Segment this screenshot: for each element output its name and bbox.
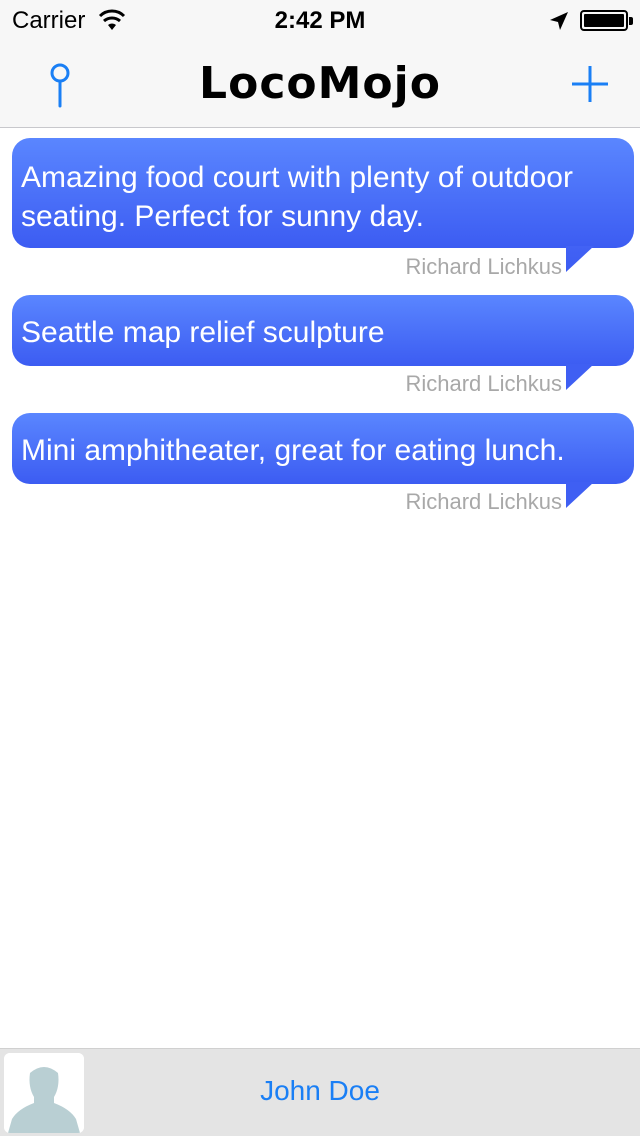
post-author: Richard Lichkus — [405, 489, 562, 514]
post-text: Seattle map relief sculpture — [21, 316, 385, 349]
location-arrow-icon — [550, 12, 568, 30]
battery-fill — [584, 14, 624, 27]
bottom-bar: John Doe — [0, 1048, 640, 1136]
post-author: Richard Lichkus — [405, 254, 562, 279]
nav-bar: LocoMojo — [0, 40, 640, 128]
post-text: Amazing food court with plenty of outdoo… — [21, 161, 573, 233]
post-item: Amazing food court with plenty of outdoo… — [12, 138, 634, 279]
post-bubble[interactable]: Seattle map relief sculpture — [12, 295, 634, 390]
post-item: Seattle map relief sculpture Richard Lic… — [12, 295, 634, 396]
app-screen: Carrier 2:42 PM LocoMojo Amazing food co… — [0, 0, 640, 1136]
bubble-tail — [566, 246, 594, 272]
user-name-link[interactable]: John Doe — [0, 1075, 640, 1107]
bubble-tail — [566, 482, 594, 508]
post-text: Mini amphitheater, great for eating lunc… — [21, 434, 565, 467]
battery-icon — [580, 10, 633, 31]
clock: 2:42 PM — [274, 7, 366, 34]
post-bubble[interactable]: Mini amphitheater, great for eating lunc… — [12, 413, 634, 508]
post-author: Richard Lichkus — [405, 371, 562, 396]
plus-icon[interactable] — [566, 60, 614, 108]
map-pin-icon[interactable] — [40, 62, 80, 110]
battery-nub — [629, 17, 633, 25]
bubble-tail — [566, 364, 594, 390]
status-bar: Carrier 2:42 PM — [0, 0, 640, 40]
app-title: LocoMojo — [199, 58, 441, 109]
post-item: Mini amphitheater, great for eating lunc… — [12, 413, 634, 514]
post-bubble[interactable]: Amazing food court with plenty of outdoo… — [12, 138, 634, 272]
